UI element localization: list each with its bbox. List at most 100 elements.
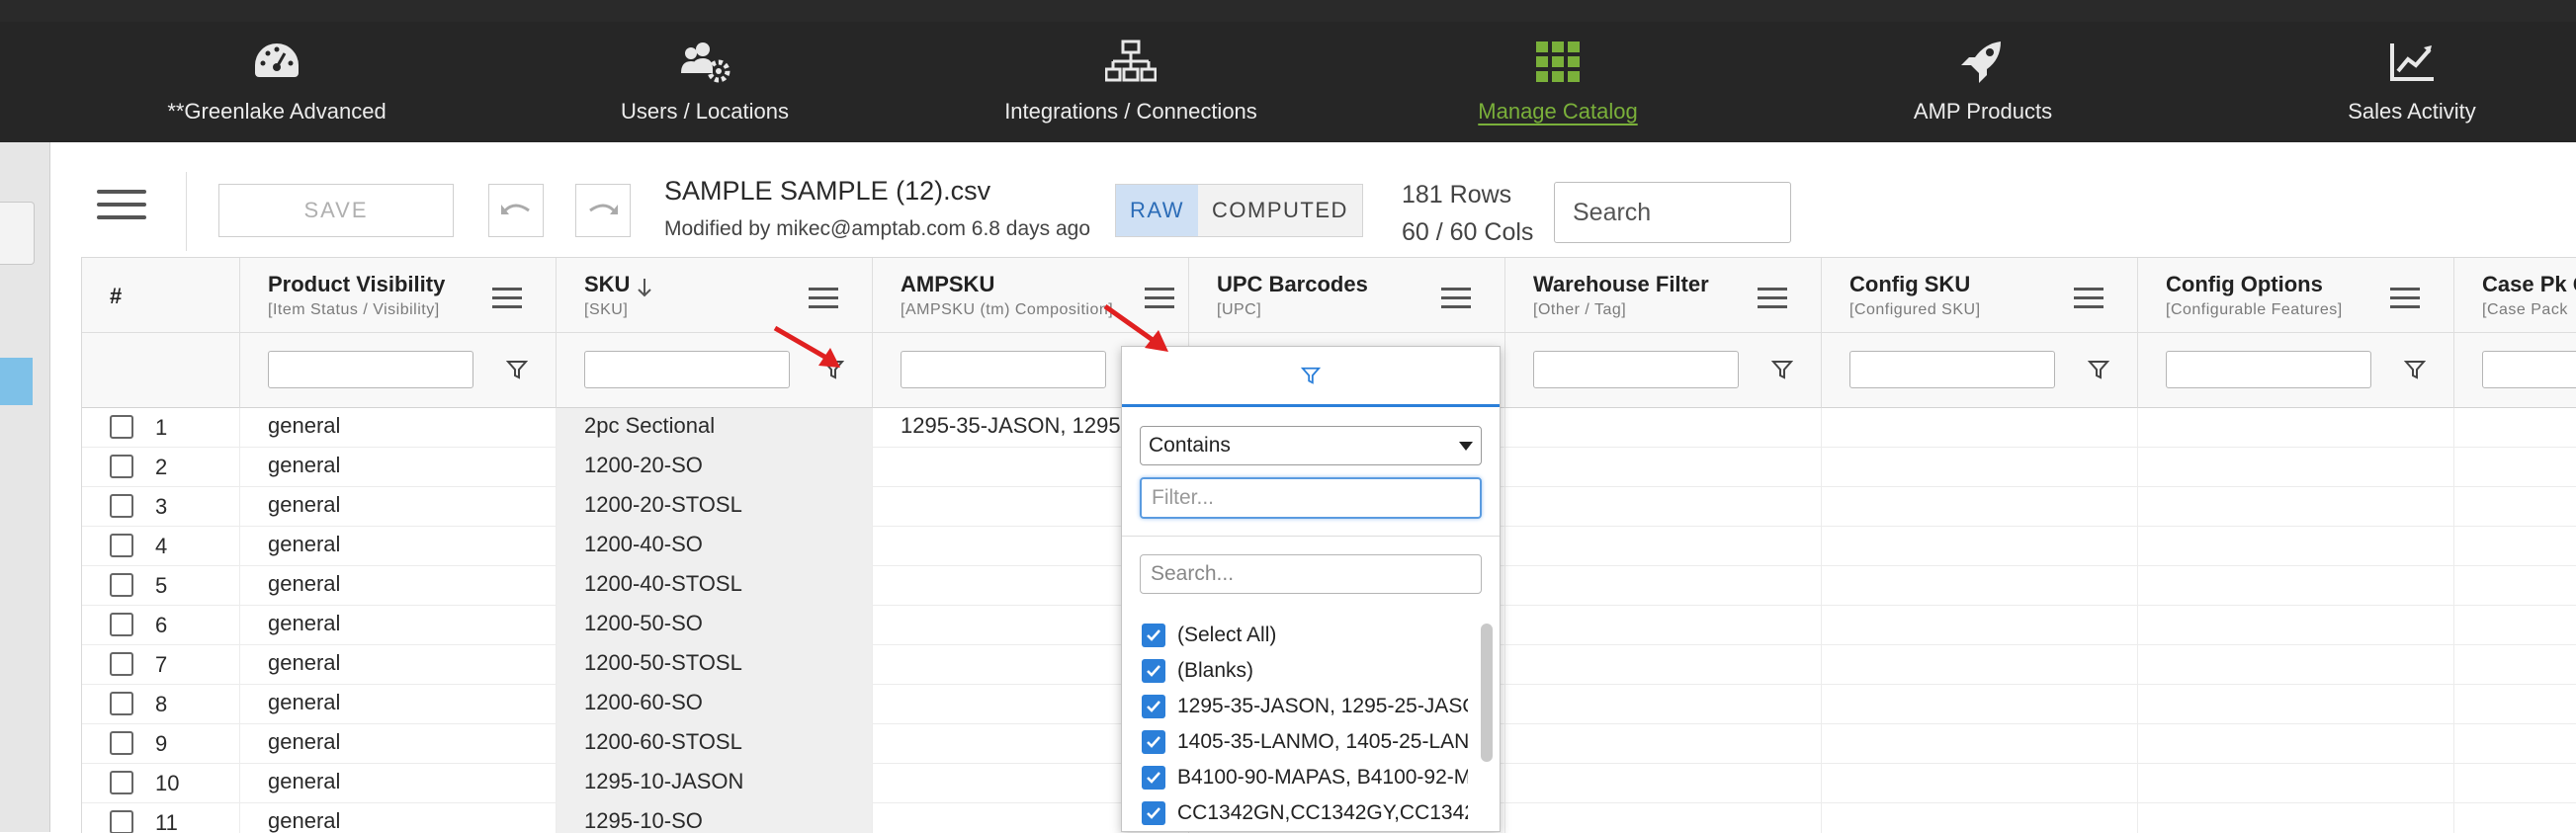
config-sku-cell[interactable] bbox=[1822, 527, 2138, 566]
column-menu-icon[interactable] bbox=[492, 288, 522, 314]
visibility-cell[interactable]: general bbox=[240, 724, 557, 764]
column-header-case-pack[interactable]: Case Pk Q [Case Pack bbox=[2454, 258, 2576, 333]
nav-item-sales-activity[interactable]: Sales Activity bbox=[2283, 22, 2540, 142]
config-sku-cell[interactable] bbox=[1822, 448, 2138, 487]
row-checkbox[interactable] bbox=[110, 652, 133, 676]
config-sku-cell[interactable] bbox=[1822, 566, 2138, 606]
column-menu-icon[interactable] bbox=[1441, 288, 1471, 314]
column-header-product-visibility[interactable]: Product Visibility [Item Status / Visibi… bbox=[240, 258, 557, 333]
raw-toggle-button[interactable]: RAW bbox=[1116, 185, 1199, 236]
checkbox-checked-icon[interactable] bbox=[1142, 766, 1165, 790]
column-menu-icon[interactable] bbox=[1758, 288, 1787, 314]
filter-icon[interactable] bbox=[2088, 359, 2109, 380]
config-options-cell[interactable] bbox=[2138, 724, 2454, 764]
config-sku-cell[interactable] bbox=[1822, 764, 2138, 803]
warehouse-cell[interactable] bbox=[1505, 764, 1822, 803]
config-options-cell[interactable] bbox=[2138, 606, 2454, 645]
row-checkbox[interactable] bbox=[110, 573, 133, 597]
warehouse-cell[interactable] bbox=[1505, 527, 1822, 566]
sku-cell[interactable]: 1295-10-JASON bbox=[557, 764, 873, 803]
column-header-sku[interactable]: SKU [SKU] bbox=[557, 258, 873, 333]
nav-item-amp-products[interactable]: AMP Products bbox=[1854, 22, 2111, 142]
warehouse-cell[interactable] bbox=[1505, 724, 1822, 764]
column-filter-input[interactable] bbox=[584, 351, 790, 388]
visibility-cell[interactable]: general bbox=[240, 764, 557, 803]
config-options-cell[interactable] bbox=[2138, 685, 2454, 724]
config-options-cell[interactable] bbox=[2138, 527, 2454, 566]
config-options-cell[interactable] bbox=[2138, 645, 2454, 685]
column-header-upc[interactable]: UPC Barcodes [UPC] bbox=[1189, 258, 1505, 333]
column-menu-icon[interactable] bbox=[2390, 288, 2420, 314]
nav-item-users-locations[interactable]: Users / Locations bbox=[576, 22, 833, 142]
sku-cell[interactable]: 1200-20-STOSL bbox=[557, 487, 873, 527]
config-sku-cell[interactable] bbox=[1822, 487, 2138, 527]
search-input[interactable]: Search bbox=[1554, 182, 1791, 243]
rail-selection-indicator[interactable] bbox=[0, 358, 33, 405]
config-options-cell[interactable] bbox=[2138, 803, 2454, 833]
column-header-config-sku[interactable]: Config SKU [Configured SKU] bbox=[1822, 258, 2138, 333]
row-checkbox[interactable] bbox=[110, 415, 133, 439]
column-header-warehouse-filter[interactable]: Warehouse Filter [Other / Tag] bbox=[1505, 258, 1822, 333]
warehouse-cell[interactable] bbox=[1505, 606, 1822, 645]
warehouse-cell[interactable] bbox=[1505, 645, 1822, 685]
filter-icon[interactable] bbox=[2404, 359, 2426, 380]
warehouse-cell[interactable] bbox=[1505, 685, 1822, 724]
column-header-config-options[interactable]: Config Options [Configurable Features] bbox=[2138, 258, 2454, 333]
filter-value-option[interactable]: CC1342GN,CC1342GY,CC1342 bbox=[1142, 795, 1468, 831]
filter-icon[interactable] bbox=[506, 359, 528, 380]
warehouse-cell[interactable] bbox=[1505, 487, 1822, 527]
checkbox-checked-icon[interactable] bbox=[1142, 624, 1165, 647]
config-sku-cell[interactable] bbox=[1822, 685, 2138, 724]
config-sku-cell[interactable] bbox=[1822, 645, 2138, 685]
column-filter-input[interactable] bbox=[1849, 351, 2055, 388]
config-sku-cell[interactable] bbox=[1822, 803, 2138, 833]
row-checkbox[interactable] bbox=[110, 494, 133, 518]
nav-item-manage-catalog[interactable]: Manage Catalog bbox=[1429, 22, 1686, 142]
row-checkbox[interactable] bbox=[110, 810, 133, 833]
row-checkbox[interactable] bbox=[110, 534, 133, 557]
undo-button[interactable] bbox=[488, 184, 544, 237]
column-menu-icon[interactable] bbox=[809, 288, 838, 314]
column-filter-input[interactable] bbox=[2166, 351, 2371, 388]
visibility-cell[interactable]: general bbox=[240, 527, 557, 566]
sku-cell[interactable]: 1200-20-SO bbox=[557, 448, 873, 487]
filter-value-option[interactable]: B4100-90-MAPAS, B4100-92-MAPAS bbox=[1142, 760, 1468, 795]
sku-cell[interactable]: 2pc Sectional bbox=[557, 408, 873, 448]
filter-icon[interactable] bbox=[1771, 359, 1793, 380]
row-checkbox[interactable] bbox=[110, 613, 133, 636]
filter-value-option[interactable]: 1405-35-LANMO, 1405-25-LANMO bbox=[1142, 724, 1468, 760]
column-filter-input[interactable] bbox=[901, 351, 1106, 388]
visibility-cell[interactable]: general bbox=[240, 448, 557, 487]
column-filter-input[interactable] bbox=[1533, 351, 1739, 388]
nav-item-integrations[interactable]: Integrations / Connections bbox=[992, 22, 1269, 142]
menu-icon[interactable] bbox=[97, 190, 146, 229]
filter-value-option[interactable]: (Blanks) bbox=[1142, 653, 1468, 689]
save-button[interactable]: SAVE bbox=[218, 184, 454, 237]
visibility-cell[interactable]: general bbox=[240, 645, 557, 685]
config-sku-cell[interactable] bbox=[1822, 724, 2138, 764]
rail-tab[interactable] bbox=[0, 202, 35, 265]
warehouse-cell[interactable] bbox=[1505, 408, 1822, 448]
warehouse-cell[interactable] bbox=[1505, 448, 1822, 487]
redo-button[interactable] bbox=[575, 184, 631, 237]
sku-cell[interactable]: 1200-60-STOSL bbox=[557, 724, 873, 764]
visibility-cell[interactable]: general bbox=[240, 487, 557, 527]
row-checkbox[interactable] bbox=[110, 771, 133, 794]
sku-cell[interactable]: 1200-50-STOSL bbox=[557, 645, 873, 685]
filter-values-search-input[interactable]: Search... bbox=[1140, 554, 1482, 594]
visibility-cell[interactable]: general bbox=[240, 606, 557, 645]
visibility-cell[interactable]: general bbox=[240, 566, 557, 606]
config-options-cell[interactable] bbox=[2138, 448, 2454, 487]
column-menu-icon[interactable] bbox=[2074, 288, 2104, 314]
filter-value-option[interactable]: 1295-35-JASON, 1295-25-JASON bbox=[1142, 689, 1468, 724]
config-sku-cell[interactable] bbox=[1822, 408, 2138, 448]
filter-text-input[interactable]: Filter... bbox=[1140, 477, 1482, 519]
computed-toggle-button[interactable]: COMPUTED bbox=[1198, 185, 1362, 236]
row-checkbox[interactable] bbox=[110, 455, 133, 478]
visibility-cell[interactable]: general bbox=[240, 803, 557, 833]
sku-cell[interactable]: 1295-10-SO bbox=[557, 803, 873, 833]
sku-cell[interactable]: 1200-40-STOSL bbox=[557, 566, 873, 606]
filter-operator-select[interactable]: Contains bbox=[1140, 426, 1482, 465]
config-sku-cell[interactable] bbox=[1822, 606, 2138, 645]
filter-value-option[interactable]: (Select All) bbox=[1142, 618, 1468, 653]
